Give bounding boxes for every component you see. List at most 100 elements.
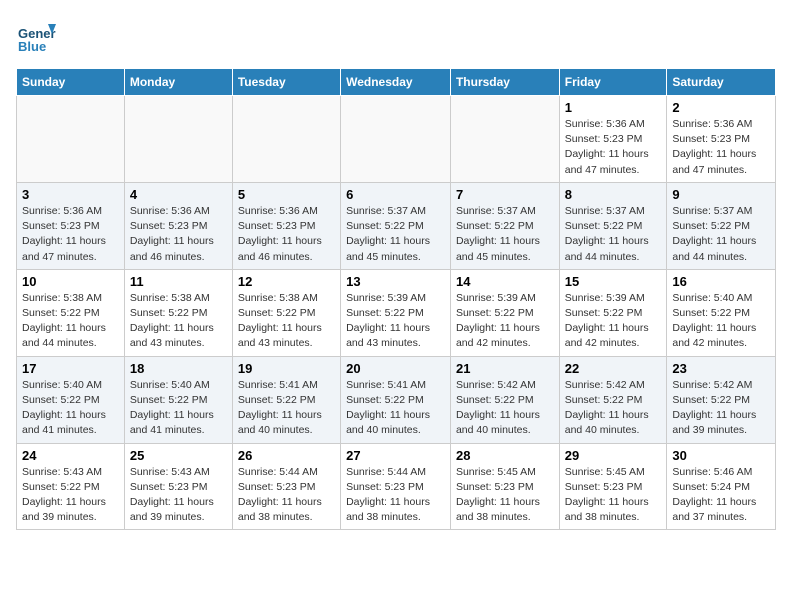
day-cell (124, 96, 232, 183)
day-cell (341, 96, 451, 183)
day-info: Sunrise: 5:36 AM Sunset: 5:23 PM Dayligh… (672, 117, 770, 178)
day-cell: 7 Sunrise: 5:37 AM Sunset: 5:22 PM Daylig… (450, 182, 559, 269)
day-number: 5 (238, 187, 335, 202)
day-info: Sunrise: 5:40 AM Sunset: 5:22 PM Dayligh… (22, 378, 119, 439)
day-cell: 23 Sunrise: 5:42 AM Sunset: 5:22 PM Dayli… (667, 356, 776, 443)
week-row-3: 10 Sunrise: 5:38 AM Sunset: 5:22 PM Dayli… (17, 269, 776, 356)
day-cell: 9 Sunrise: 5:37 AM Sunset: 5:22 PM Daylig… (667, 182, 776, 269)
day-info: Sunrise: 5:45 AM Sunset: 5:23 PM Dayligh… (565, 465, 662, 526)
day-info: Sunrise: 5:39 AM Sunset: 5:22 PM Dayligh… (565, 291, 662, 352)
weekday-sunday: Sunday (17, 69, 125, 96)
day-cell: 15 Sunrise: 5:39 AM Sunset: 5:22 PM Dayli… (559, 269, 667, 356)
calendar: SundayMondayTuesdayWednesdayThursdayFrid… (16, 68, 776, 530)
day-number: 8 (565, 187, 662, 202)
day-info: Sunrise: 5:43 AM Sunset: 5:22 PM Dayligh… (22, 465, 119, 526)
day-info: Sunrise: 5:36 AM Sunset: 5:23 PM Dayligh… (565, 117, 662, 178)
day-number: 27 (346, 448, 445, 463)
day-info: Sunrise: 5:39 AM Sunset: 5:22 PM Dayligh… (346, 291, 445, 352)
day-number: 16 (672, 274, 770, 289)
day-info: Sunrise: 5:38 AM Sunset: 5:22 PM Dayligh… (22, 291, 119, 352)
day-cell: 10 Sunrise: 5:38 AM Sunset: 5:22 PM Dayli… (17, 269, 125, 356)
day-cell: 30 Sunrise: 5:46 AM Sunset: 5:24 PM Dayli… (667, 443, 776, 530)
day-number: 18 (130, 361, 227, 376)
day-number: 12 (238, 274, 335, 289)
day-cell: 13 Sunrise: 5:39 AM Sunset: 5:22 PM Dayli… (341, 269, 451, 356)
day-cell (450, 96, 559, 183)
day-cell: 18 Sunrise: 5:40 AM Sunset: 5:22 PM Dayli… (124, 356, 232, 443)
day-info: Sunrise: 5:37 AM Sunset: 5:22 PM Dayligh… (565, 204, 662, 265)
day-cell (17, 96, 125, 183)
day-info: Sunrise: 5:42 AM Sunset: 5:22 PM Dayligh… (672, 378, 770, 439)
day-number: 17 (22, 361, 119, 376)
day-cell: 21 Sunrise: 5:42 AM Sunset: 5:22 PM Dayli… (450, 356, 559, 443)
day-number: 13 (346, 274, 445, 289)
day-cell: 8 Sunrise: 5:37 AM Sunset: 5:22 PM Daylig… (559, 182, 667, 269)
day-number: 2 (672, 100, 770, 115)
day-cell: 20 Sunrise: 5:41 AM Sunset: 5:22 PM Dayli… (341, 356, 451, 443)
day-info: Sunrise: 5:44 AM Sunset: 5:23 PM Dayligh… (238, 465, 335, 526)
logo: General Blue (16, 16, 60, 56)
day-cell: 3 Sunrise: 5:36 AM Sunset: 5:23 PM Daylig… (17, 182, 125, 269)
day-info: Sunrise: 5:46 AM Sunset: 5:24 PM Dayligh… (672, 465, 770, 526)
day-info: Sunrise: 5:43 AM Sunset: 5:23 PM Dayligh… (130, 465, 227, 526)
day-cell: 6 Sunrise: 5:37 AM Sunset: 5:22 PM Daylig… (341, 182, 451, 269)
day-cell: 16 Sunrise: 5:40 AM Sunset: 5:22 PM Dayli… (667, 269, 776, 356)
day-number: 30 (672, 448, 770, 463)
day-info: Sunrise: 5:36 AM Sunset: 5:23 PM Dayligh… (22, 204, 119, 265)
week-row-5: 24Sunrise: 5:43 AM Sunset: 5:22 PM Dayli… (17, 443, 776, 530)
day-cell (232, 96, 340, 183)
weekday-friday: Friday (559, 69, 667, 96)
day-number: 22 (565, 361, 662, 376)
day-cell: 26 Sunrise: 5:44 AM Sunset: 5:23 PM Dayli… (232, 443, 340, 530)
week-row-2: 3 Sunrise: 5:36 AM Sunset: 5:23 PM Daylig… (17, 182, 776, 269)
day-info: Sunrise: 5:39 AM Sunset: 5:22 PM Dayligh… (456, 291, 554, 352)
day-info: Sunrise: 5:37 AM Sunset: 5:22 PM Dayligh… (346, 204, 445, 265)
day-cell: 29 Sunrise: 5:45 AM Sunset: 5:23 PM Dayli… (559, 443, 667, 530)
header: General Blue (16, 16, 776, 56)
day-number: 23 (672, 361, 770, 376)
day-info: Sunrise: 5:36 AM Sunset: 5:23 PM Dayligh… (130, 204, 227, 265)
day-number: 21 (456, 361, 554, 376)
day-number: 26 (238, 448, 335, 463)
day-info: Sunrise: 5:41 AM Sunset: 5:22 PM Dayligh… (346, 378, 445, 439)
day-number: 6 (346, 187, 445, 202)
calendar-body: 1 Sunrise: 5:36 AM Sunset: 5:23 PM Daylig… (17, 96, 776, 530)
day-cell: 27 Sunrise: 5:44 AM Sunset: 5:23 PM Dayli… (341, 443, 451, 530)
day-number: 15 (565, 274, 662, 289)
day-number: 9 (672, 187, 770, 202)
week-row-1: 1 Sunrise: 5:36 AM Sunset: 5:23 PM Daylig… (17, 96, 776, 183)
day-cell: 17 Sunrise: 5:40 AM Sunset: 5:22 PM Dayli… (17, 356, 125, 443)
weekday-tuesday: Tuesday (232, 69, 340, 96)
day-number: 11 (130, 274, 227, 289)
day-cell: 24Sunrise: 5:43 AM Sunset: 5:22 PM Dayli… (17, 443, 125, 530)
day-info: Sunrise: 5:44 AM Sunset: 5:23 PM Dayligh… (346, 465, 445, 526)
day-number: 7 (456, 187, 554, 202)
day-number: 29 (565, 448, 662, 463)
day-cell: 4Sunrise: 5:36 AM Sunset: 5:23 PM Daylig… (124, 182, 232, 269)
day-info: Sunrise: 5:38 AM Sunset: 5:22 PM Dayligh… (238, 291, 335, 352)
weekday-monday: Monday (124, 69, 232, 96)
day-cell: 22 Sunrise: 5:42 AM Sunset: 5:22 PM Dayli… (559, 356, 667, 443)
day-info: Sunrise: 5:40 AM Sunset: 5:22 PM Dayligh… (130, 378, 227, 439)
day-number: 10 (22, 274, 119, 289)
day-info: Sunrise: 5:40 AM Sunset: 5:22 PM Dayligh… (672, 291, 770, 352)
weekday-wednesday: Wednesday (341, 69, 451, 96)
day-info: Sunrise: 5:37 AM Sunset: 5:22 PM Dayligh… (456, 204, 554, 265)
day-info: Sunrise: 5:42 AM Sunset: 5:22 PM Dayligh… (456, 378, 554, 439)
day-cell: 2 Sunrise: 5:36 AM Sunset: 5:23 PM Daylig… (667, 96, 776, 183)
day-number: 1 (565, 100, 662, 115)
weekday-header: SundayMondayTuesdayWednesdayThursdayFrid… (17, 69, 776, 96)
day-cell: 1 Sunrise: 5:36 AM Sunset: 5:23 PM Daylig… (559, 96, 667, 183)
weekday-thursday: Thursday (450, 69, 559, 96)
day-number: 3 (22, 187, 119, 202)
day-info: Sunrise: 5:36 AM Sunset: 5:23 PM Dayligh… (238, 204, 335, 265)
week-row-4: 17 Sunrise: 5:40 AM Sunset: 5:22 PM Dayli… (17, 356, 776, 443)
day-info: Sunrise: 5:38 AM Sunset: 5:22 PM Dayligh… (130, 291, 227, 352)
day-number: 20 (346, 361, 445, 376)
day-number: 14 (456, 274, 554, 289)
day-info: Sunrise: 5:42 AM Sunset: 5:22 PM Dayligh… (565, 378, 662, 439)
day-info: Sunrise: 5:37 AM Sunset: 5:22 PM Dayligh… (672, 204, 770, 265)
day-info: Sunrise: 5:45 AM Sunset: 5:23 PM Dayligh… (456, 465, 554, 526)
day-cell: 12 Sunrise: 5:38 AM Sunset: 5:22 PM Dayli… (232, 269, 340, 356)
day-info: Sunrise: 5:41 AM Sunset: 5:22 PM Dayligh… (238, 378, 335, 439)
